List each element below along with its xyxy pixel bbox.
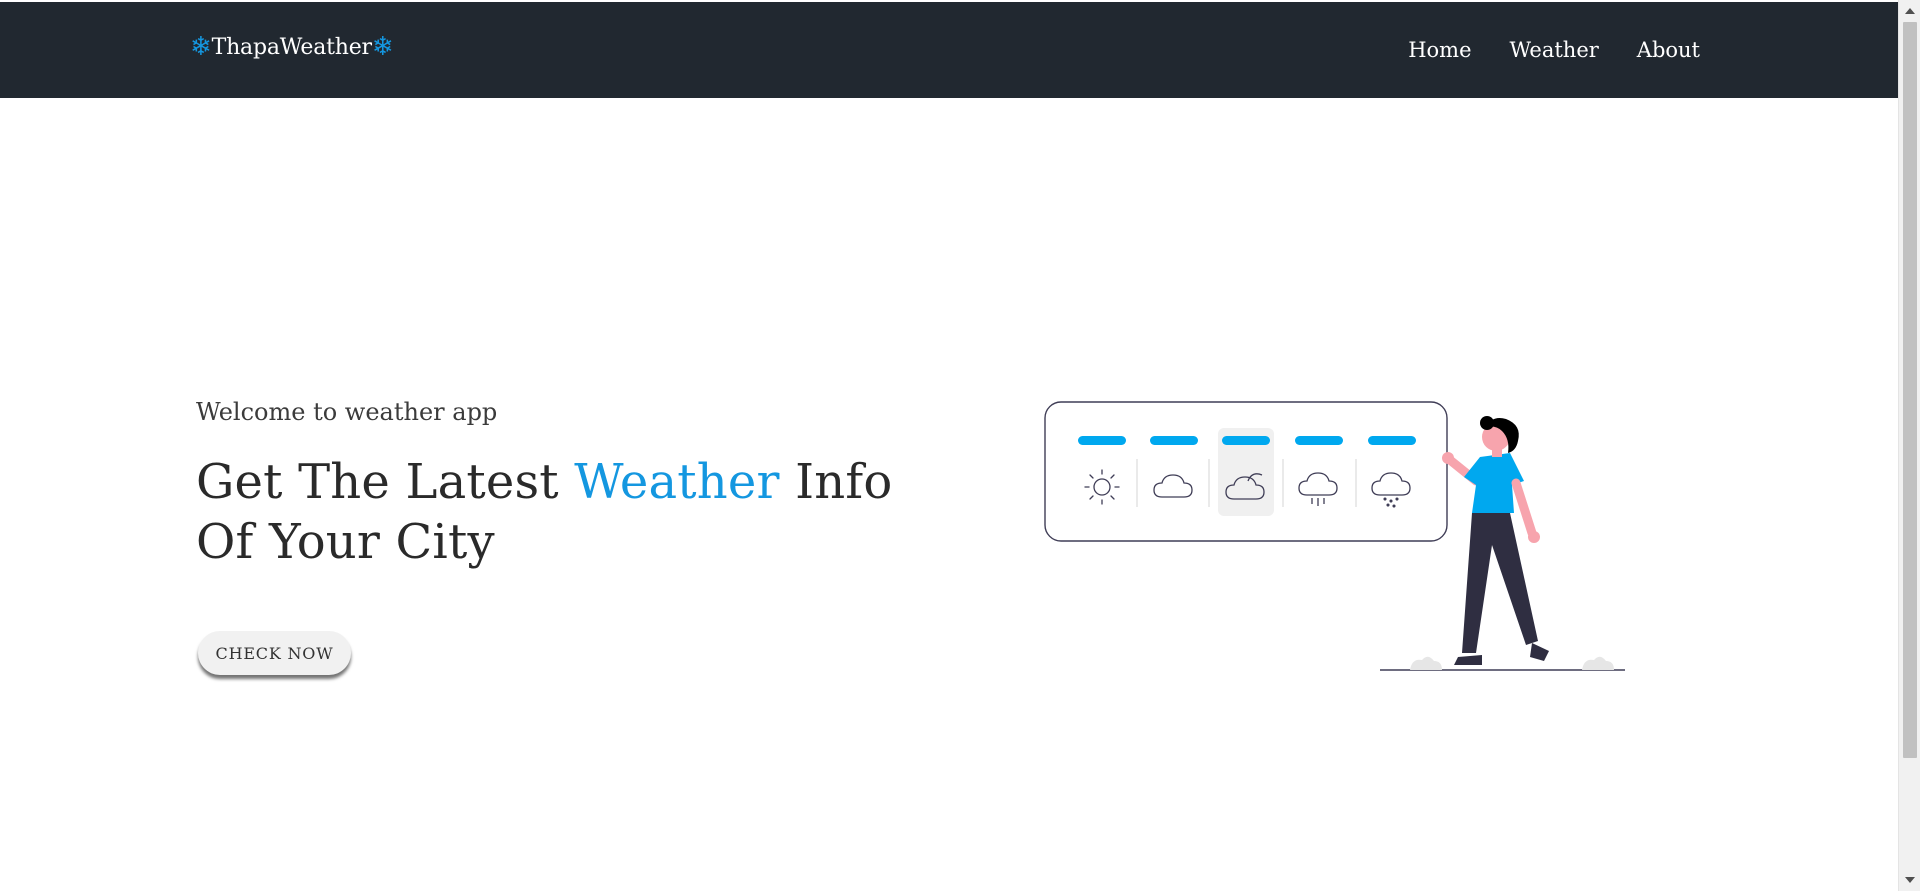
snowflake-icon: ❄ [190,32,212,62]
nav-links: Home Weather About [1408,38,1700,62]
nav-link-weather[interactable]: Weather [1510,38,1599,62]
navbar: ❄ ThapaWeather ❄ Home Weather About [0,2,1898,98]
person-figure [1442,416,1549,665]
headline-part-1: Get The Latest [196,454,575,510]
indicator-bar [1368,436,1416,445]
indicator-bar [1078,436,1126,445]
brand-name: ThapaWeather [211,34,372,60]
bush [1582,656,1614,670]
headline-accent: Weather [574,454,780,510]
nav-link-about[interactable]: About [1637,38,1700,62]
nav-link-home[interactable]: Home [1408,38,1471,62]
hero-headline: Get The Latest Weather Info Of Your City [196,452,956,572]
scroll-down-arrow-icon[interactable] [1905,877,1915,883]
weather-illustration [1044,401,1625,671]
scroll-thumb[interactable] [1903,22,1917,758]
welcome-text: Welcome to weather app [196,398,498,426]
scroll-up-arrow-icon[interactable] [1905,8,1915,14]
brand-logo[interactable]: ❄ ThapaWeather ❄ [190,32,394,62]
indicator-bar [1150,436,1198,445]
snowflake-icon: ❄ [371,32,394,62]
check-now-button[interactable]: CHECK NOW [198,631,351,675]
hero-section: Welcome to weather app Get The Latest We… [196,398,956,572]
page: ❄ ThapaWeather ❄ Home Weather About Welc… [0,0,1920,891]
vertical-scrollbar[interactable] [1898,0,1920,891]
bush [1410,656,1442,670]
indicator-bar [1222,436,1270,445]
indicator-bar [1295,436,1343,445]
